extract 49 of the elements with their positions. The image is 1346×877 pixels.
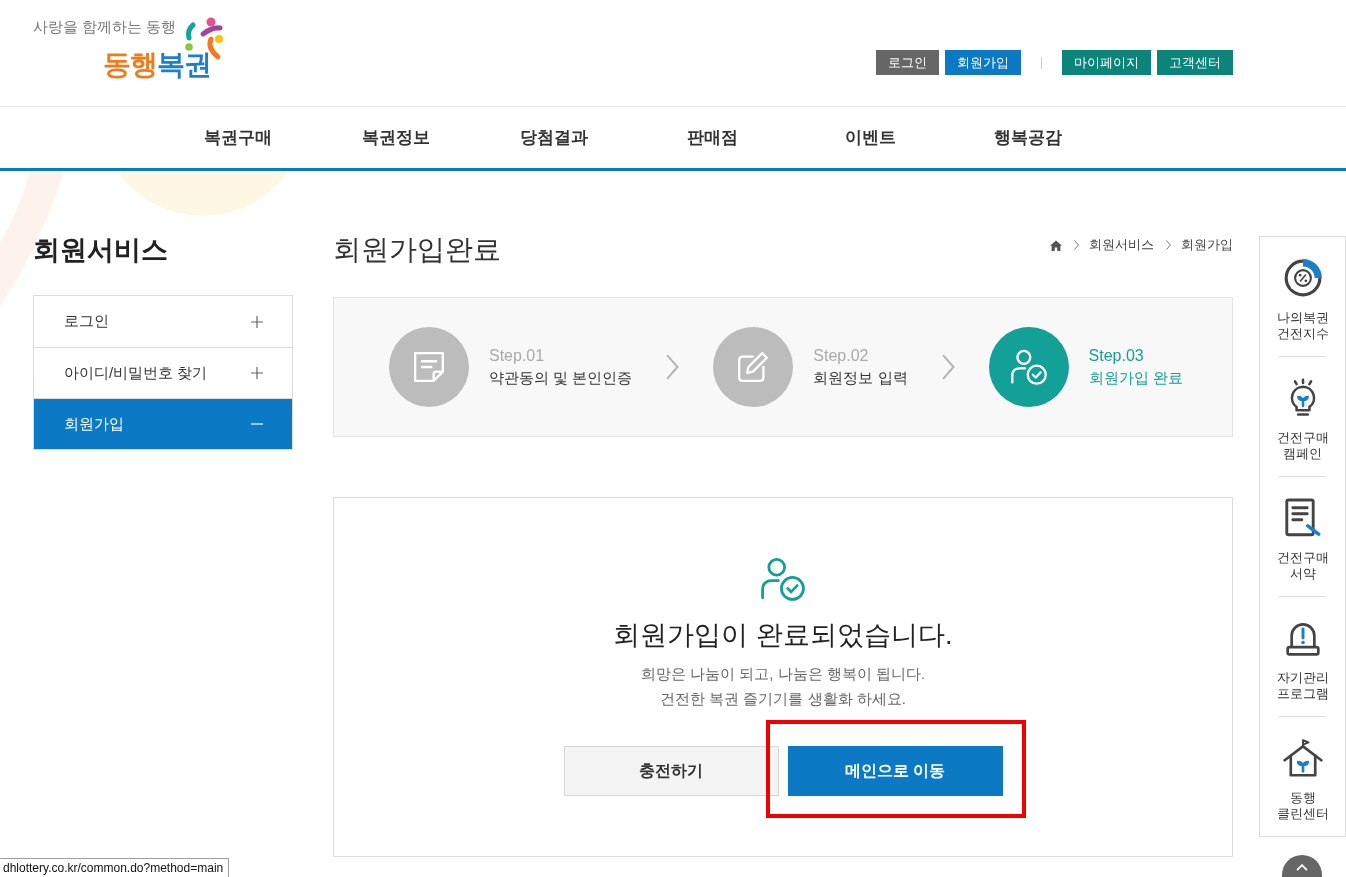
step-number: Step.01	[489, 346, 546, 366]
step-number: Step.03	[1088, 346, 1145, 366]
document-pen-icon	[1284, 498, 1321, 538]
sidebar-menu-item[interactable]: 로그인	[34, 296, 292, 347]
breadcrumb-link[interactable]: 회원가입	[1181, 233, 1233, 257]
top-link-button[interactable]: 로그인	[876, 50, 939, 75]
sidebar-menu-item[interactable]: 회원가입	[34, 398, 292, 449]
quick-menu-item[interactable]: 건전구매 서약	[1260, 477, 1345, 596]
message-text: 희망은 나눔이 되고, 나눔은 행복이 됩니다.	[639, 664, 927, 684]
chevron-right-icon	[1074, 240, 1079, 250]
sidebar-title: 회원서비스	[33, 234, 169, 267]
house-sprout-icon	[1282, 739, 1323, 777]
note-icon	[414, 352, 444, 382]
chevron-up-icon	[1296, 864, 1308, 871]
edit-icon	[738, 352, 769, 382]
go-main-button[interactable]: 메인으로 이동	[787, 746, 1003, 796]
completion-heading: 회원가입이 완료되었습니다.	[612, 619, 954, 652]
step-number: Step.02	[813, 346, 870, 366]
nav-menu-link[interactable]: 행복공감	[949, 107, 1107, 168]
nav-menu-link[interactable]: 당첨결과	[475, 107, 633, 168]
top-link-button[interactable]: 마이페이지	[1062, 50, 1151, 75]
chevron-right-icon	[941, 354, 955, 380]
quick-menu-item[interactable]: 나의복권 건전지수	[1260, 237, 1345, 356]
top-link-button[interactable]: 회원가입	[945, 50, 1021, 75]
breadcrumb-link[interactable]: 회원서비스	[1089, 233, 1154, 257]
logo-tagline: 사랑을 함께하는 동행	[33, 17, 177, 37]
quick-menu-item[interactable]: 자기관리 프로그램	[1260, 597, 1345, 716]
chevron-right-icon	[1166, 240, 1171, 250]
user-check-icon	[1010, 349, 1047, 385]
recharge-button[interactable]: 충전하기	[563, 746, 779, 796]
nav-menu-link[interactable]: 복권정보	[317, 107, 475, 168]
logo-wordmark[interactable]: 동행복권	[103, 49, 225, 81]
nav-menu-link[interactable]: 판매점	[633, 107, 791, 168]
step-label: 회원정보 입력	[813, 368, 908, 388]
step-label: 회원가입 완료	[1088, 368, 1183, 388]
message-text: 건전한 복권 즐기기를 생활화 하세요.	[659, 689, 907, 709]
top-link-button[interactable]: 고객센터	[1157, 50, 1233, 75]
chevron-right-icon	[666, 354, 680, 380]
home-icon[interactable]	[1050, 239, 1062, 251]
quick-menu-item[interactable]: 동행 클린센터	[1260, 717, 1345, 836]
user-check-icon	[761, 557, 805, 601]
status-url-text: dhlottery.co.kr/common.do?method=main	[0, 858, 230, 877]
percent-donut-icon	[1282, 258, 1323, 298]
page-title: 회원가입완료	[333, 233, 501, 267]
quick-menu-item[interactable]: 건전구매 캠페인	[1260, 357, 1345, 476]
nav-menu-link[interactable]: 이벤트	[791, 107, 949, 168]
nav-menu-link[interactable]: 복권구매	[159, 107, 317, 168]
scroll-top-button[interactable]	[1282, 855, 1322, 877]
step-label: 약관동의 및 본인인증	[489, 368, 633, 388]
